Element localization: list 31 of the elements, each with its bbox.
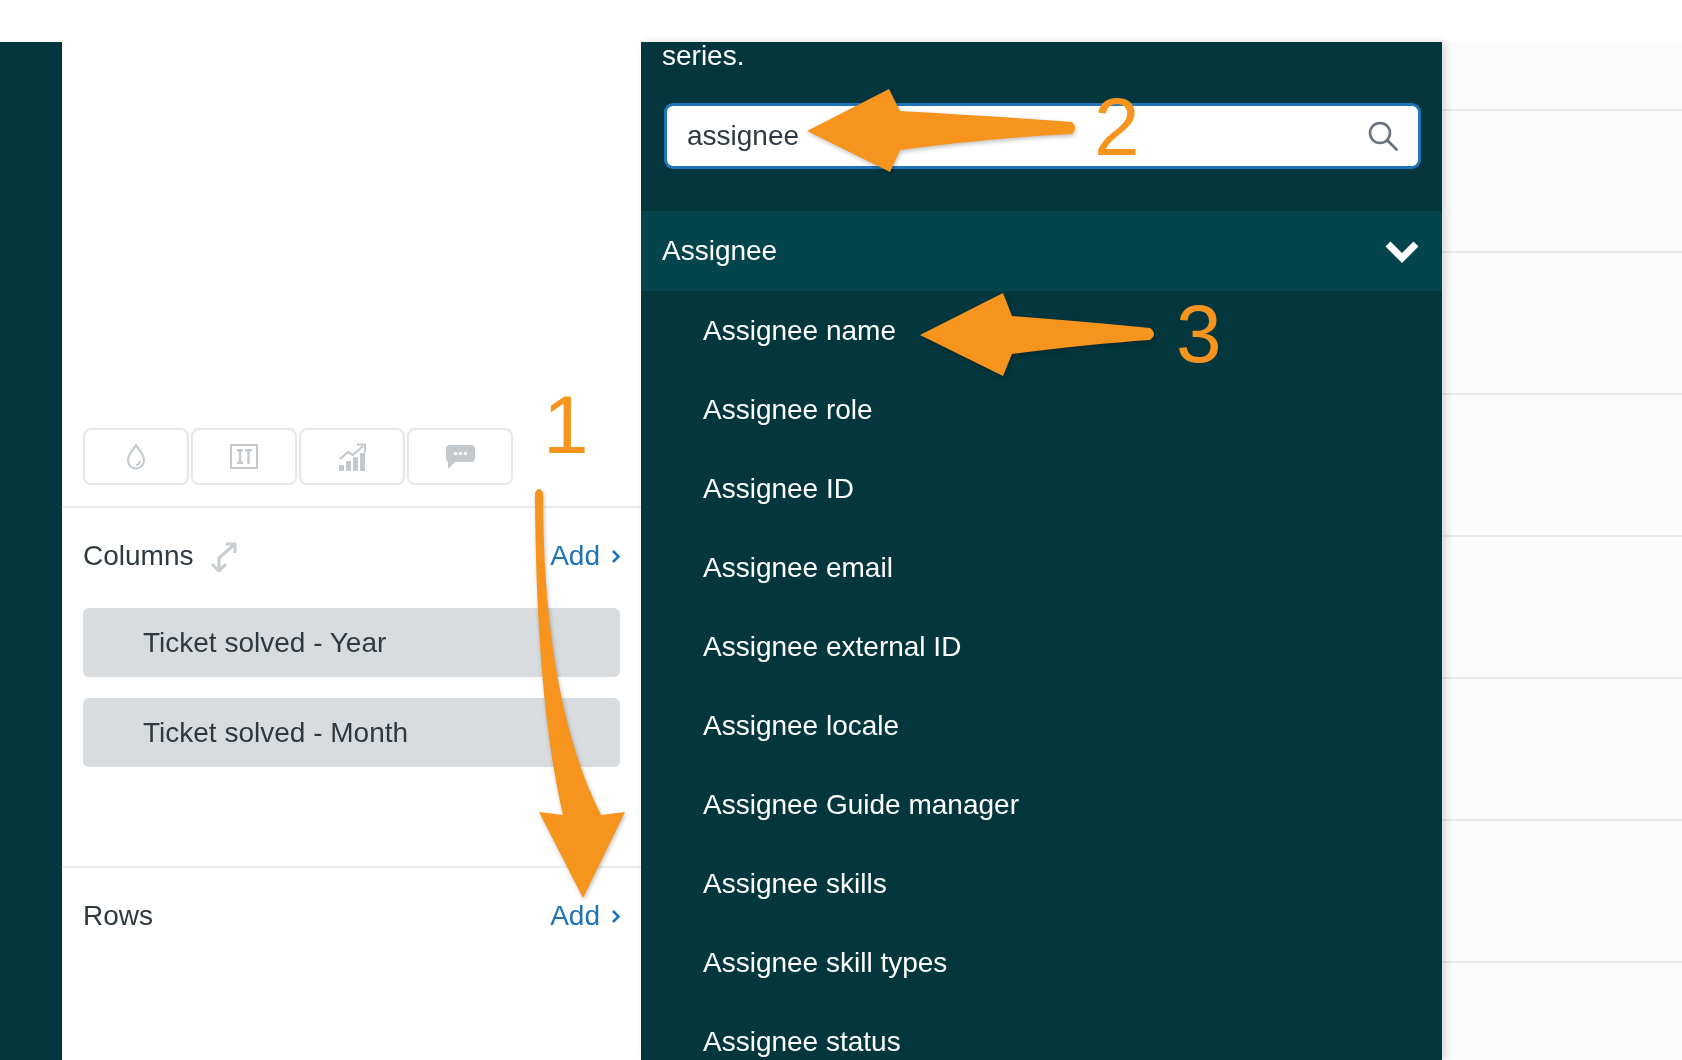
field-option[interactable]: Assignee email <box>703 550 893 585</box>
field-option[interactable]: Assignee skills <box>703 866 887 901</box>
trend-chart-icon <box>338 442 366 471</box>
group-header[interactable]: Assignee <box>641 211 1442 291</box>
toolbar-button[interactable] <box>191 428 297 485</box>
pillars-icon <box>230 444 258 469</box>
column-pill[interactable]: Ticket solved - Month <box>83 698 620 767</box>
toolbar-button[interactable] <box>407 428 513 485</box>
chevron-right-icon <box>611 908 620 924</box>
chevron-right-icon <box>611 548 620 564</box>
search-icon <box>1368 121 1398 151</box>
speech-bubble-icon <box>445 444 475 469</box>
field-option[interactable]: Assignee locale <box>703 708 900 743</box>
section-title: Columns <box>83 539 194 573</box>
droplet-icon <box>126 443 146 470</box>
field-option[interactable]: Assignee role <box>703 392 873 427</box>
description-text: series. <box>661 42 746 70</box>
add-link[interactable]: Add <box>550 539 620 573</box>
field-option[interactable]: Assignee external ID <box>703 629 962 664</box>
field-option[interactable]: Assignee ID <box>703 471 854 506</box>
field-option[interactable]: Assignee name <box>703 313 896 348</box>
annotation-number: 3 <box>1176 293 1222 375</box>
column-pill[interactable]: Ticket solved - Year <box>83 608 620 677</box>
section-title: Rows <box>83 899 153 933</box>
field-option[interactable]: Assignee Guide manager <box>703 787 1019 822</box>
field-option[interactable]: Assignee skill types <box>703 945 948 980</box>
add-link[interactable]: Add <box>550 899 620 933</box>
field-option[interactable]: Assignee status <box>703 1024 901 1059</box>
toolbar-button[interactable] <box>299 428 405 485</box>
annotation-number: 1 <box>543 384 589 466</box>
toolbar-button[interactable] <box>83 428 189 485</box>
